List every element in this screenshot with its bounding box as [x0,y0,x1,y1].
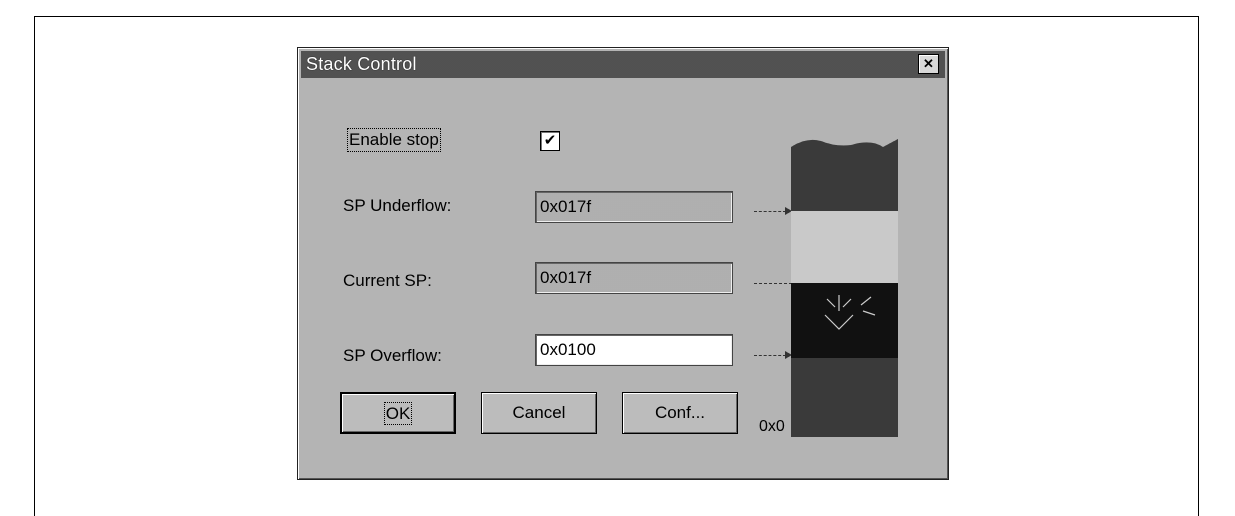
overflow-arrow [754,355,786,356]
underflow-arrow [754,211,786,212]
stack-overflow-segment [791,358,898,437]
enable-stop-checkbox[interactable]: ✔ [540,131,560,151]
current-sp-arrow [754,283,792,284]
ok-button-label: OK [383,402,413,425]
window-title: Stack Control [306,54,417,74]
sp-underflow-field: 0x017f [535,191,733,223]
checkmark-icon: ✔ [543,132,557,149]
stack-top-segment [791,139,898,211]
stack-graphic [791,139,898,437]
sp-overflow-input[interactable]: 0x0100 [535,334,733,366]
title-bar: Stack Control ✕ [301,51,945,78]
close-icon[interactable]: ✕ [918,54,939,74]
ok-button[interactable]: OK [340,392,456,434]
enable-stop-label: Enable stop [347,128,441,152]
current-sp-field: 0x017f [535,262,733,294]
conf-button[interactable]: Conf... [622,392,738,434]
cancel-button[interactable]: Cancel [481,392,597,434]
stack-free-segment [791,211,898,283]
current-sp-label: Current SP: [343,271,432,290]
stack-address-label: 0x0 [759,418,785,435]
stack-diagram [791,137,898,437]
sp-overflow-label: SP Overflow: [343,346,442,365]
stack-current-segment [791,283,898,358]
sp-underflow-label: SP Underflow: [343,196,452,215]
